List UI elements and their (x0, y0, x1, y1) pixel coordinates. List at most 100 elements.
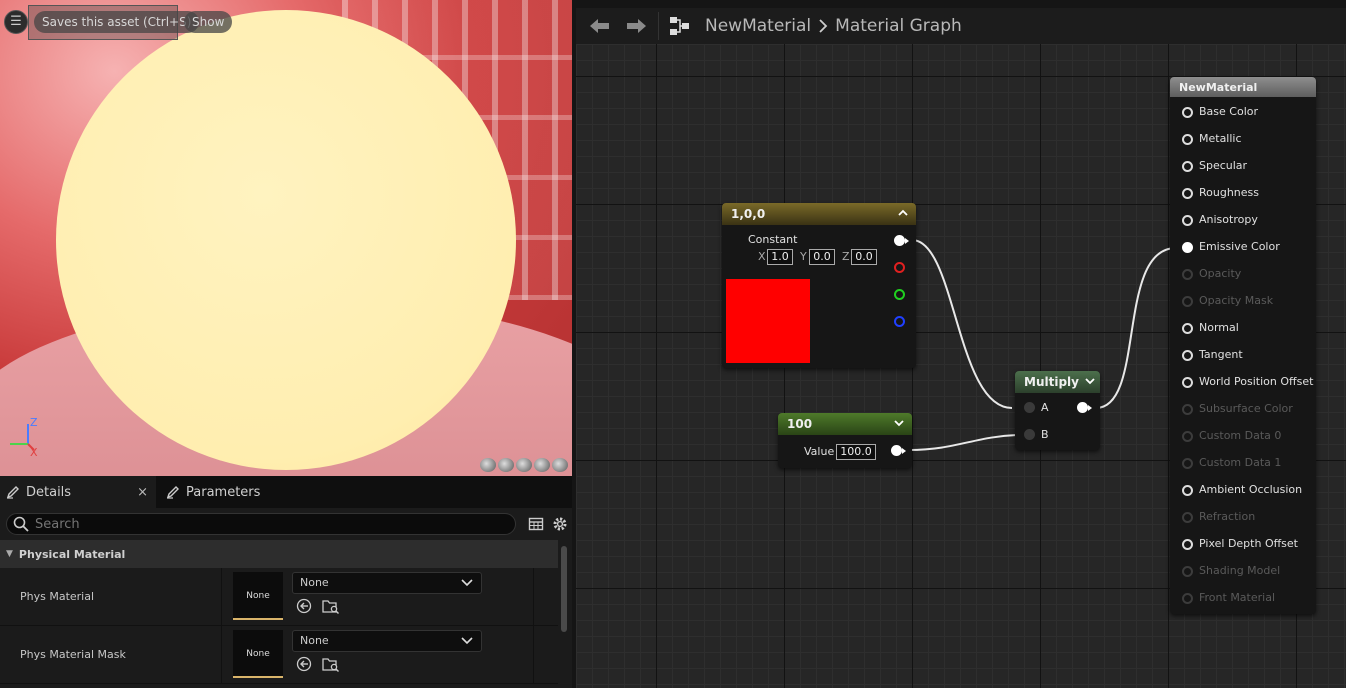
node-header[interactable]: 1,0,0 (722, 203, 916, 225)
input-pin[interactable] (1182, 323, 1193, 334)
input-pin (1182, 296, 1193, 307)
material-input-label: Front Material (1199, 591, 1276, 604)
scalar-value-field[interactable]: 100.0 (836, 444, 876, 460)
material-input-label: World Position Offset (1199, 375, 1314, 388)
material-input-row: Opacity Mask (1170, 288, 1316, 315)
column-divider[interactable] (221, 626, 222, 684)
material-input-label: Custom Data 0 (1199, 429, 1282, 442)
material-input-label: Tangent (1199, 348, 1243, 361)
asset-picker-combo[interactable]: None (292, 630, 482, 652)
cube-icon[interactable] (534, 458, 550, 472)
scalar-parameter-node[interactable]: 100 Value 100.0 (778, 413, 912, 468)
input-pin[interactable] (1182, 377, 1193, 388)
tab-details[interactable]: Details × (0, 476, 156, 508)
input-pin[interactable] (1182, 107, 1193, 118)
node-header[interactable]: Multiply (1015, 371, 1100, 393)
material-input-label: Emissive Color (1199, 240, 1280, 253)
graph-hierarchy-icon[interactable] (669, 16, 691, 36)
output-pin[interactable] (891, 445, 906, 456)
input-pin[interactable] (1182, 215, 1193, 226)
material-preview-viewport[interactable]: ☰ Saves this asset (Ctrl+S) Show Z X (0, 0, 572, 476)
use-selected-asset-icon[interactable] (296, 598, 312, 614)
input-pin (1182, 431, 1193, 442)
browse-asset-icon[interactable] (322, 656, 340, 672)
breadcrumb-graph[interactable]: Material Graph (835, 16, 962, 36)
pencil-icon (166, 486, 179, 499)
teapot-icon[interactable] (552, 458, 568, 472)
input-pin[interactable] (1182, 134, 1193, 145)
cylinder-icon[interactable] (480, 458, 496, 472)
breadcrumb-asset[interactable]: NewMaterial (705, 16, 811, 36)
graph-top-strip (576, 0, 1346, 8)
material-input-label: Shading Model (1199, 564, 1281, 577)
collapse-triangle-icon: ▼ (6, 549, 13, 559)
axis-x-label: X (30, 446, 38, 456)
input-pin[interactable] (1182, 242, 1193, 253)
settings-gear-icon[interactable] (552, 516, 568, 532)
y-value-field[interactable]: 0.0 (809, 249, 835, 265)
output-pin-g[interactable] (894, 289, 905, 300)
output-pin-b[interactable] (894, 316, 905, 327)
input-pin-b[interactable] (1024, 429, 1035, 440)
color-swatch (726, 279, 810, 363)
material-input-row: Specular (1170, 153, 1316, 180)
input-pin (1182, 269, 1193, 280)
node-header[interactable]: 100 (778, 413, 912, 435)
node-header[interactable]: NewMaterial (1170, 77, 1316, 97)
plane-icon[interactable] (516, 458, 532, 472)
material-input-label: Anisotropy (1199, 213, 1258, 226)
asset-thumbnail[interactable]: None (233, 572, 283, 620)
material-output-node[interactable]: NewMaterial Base Color Metallic Specular Ro… (1170, 77, 1316, 614)
material-input-label: Ambient Occlusion (1199, 483, 1303, 496)
material-input-row: Custom Data 0 (1170, 423, 1316, 450)
property-label: Phys Material Mask (20, 648, 126, 661)
input-pin-a[interactable] (1024, 402, 1035, 413)
search-input[interactable] (33, 515, 493, 533)
viewport-menu-icon[interactable]: ☰ (4, 10, 28, 34)
material-input-row: Base Color (1170, 99, 1316, 126)
material-input-row: Refraction (1170, 504, 1316, 531)
sphere-icon[interactable] (498, 458, 514, 472)
search-icon (13, 516, 29, 532)
pencil-icon (6, 486, 19, 499)
input-b-label: B (1041, 428, 1049, 441)
close-icon[interactable]: × (137, 485, 150, 500)
multiply-node[interactable]: Multiply A B (1015, 371, 1100, 450)
browse-asset-icon[interactable] (322, 598, 340, 614)
details-scrollbar[interactable] (561, 546, 567, 632)
asset-thumbnail[interactable]: None (233, 630, 283, 678)
value-label: Value (804, 445, 835, 458)
search-box[interactable] (6, 513, 516, 535)
input-pin[interactable] (1182, 485, 1193, 496)
tab-parameters[interactable]: Parameters (156, 476, 266, 508)
x-value-field[interactable]: 1.0 (767, 249, 793, 265)
material-input-row: Tangent (1170, 342, 1316, 369)
arrow-left-icon (590, 19, 609, 33)
chevron-down-icon[interactable] (1084, 374, 1096, 388)
show-button[interactable]: Show (184, 11, 233, 33)
category-physical-material[interactable]: ▼ Physical Material (0, 540, 558, 568)
asset-picker-combo[interactable]: None (292, 572, 482, 594)
output-pin-r[interactable] (894, 262, 905, 273)
chevron-down-icon[interactable] (893, 416, 905, 430)
input-pin[interactable] (1182, 350, 1193, 361)
input-pin[interactable] (1182, 188, 1193, 199)
z-value-field[interactable]: 0.0 (851, 249, 877, 265)
preview-sphere (56, 10, 516, 470)
table-view-icon[interactable] (528, 516, 544, 532)
forward-button[interactable] (618, 8, 654, 44)
material-input-row: Emissive Color (1170, 234, 1316, 261)
input-pin[interactable] (1182, 539, 1193, 550)
constant-vector-node[interactable]: 1,0,0 Constant X 1.0 Y 0.0 Z 0.0 (722, 203, 916, 368)
material-input-label: Refraction (1199, 510, 1256, 523)
back-button[interactable] (582, 8, 618, 44)
output-pin[interactable] (1077, 402, 1092, 413)
node-title: Multiply (1024, 375, 1079, 389)
arrow-right-icon (627, 19, 646, 33)
output-pin-rgb[interactable] (894, 235, 909, 246)
chevron-up-icon[interactable] (897, 206, 909, 220)
input-pin[interactable] (1182, 161, 1193, 172)
column-divider[interactable] (221, 568, 222, 626)
material-input-row: Roughness (1170, 180, 1316, 207)
use-selected-asset-icon[interactable] (296, 656, 312, 672)
